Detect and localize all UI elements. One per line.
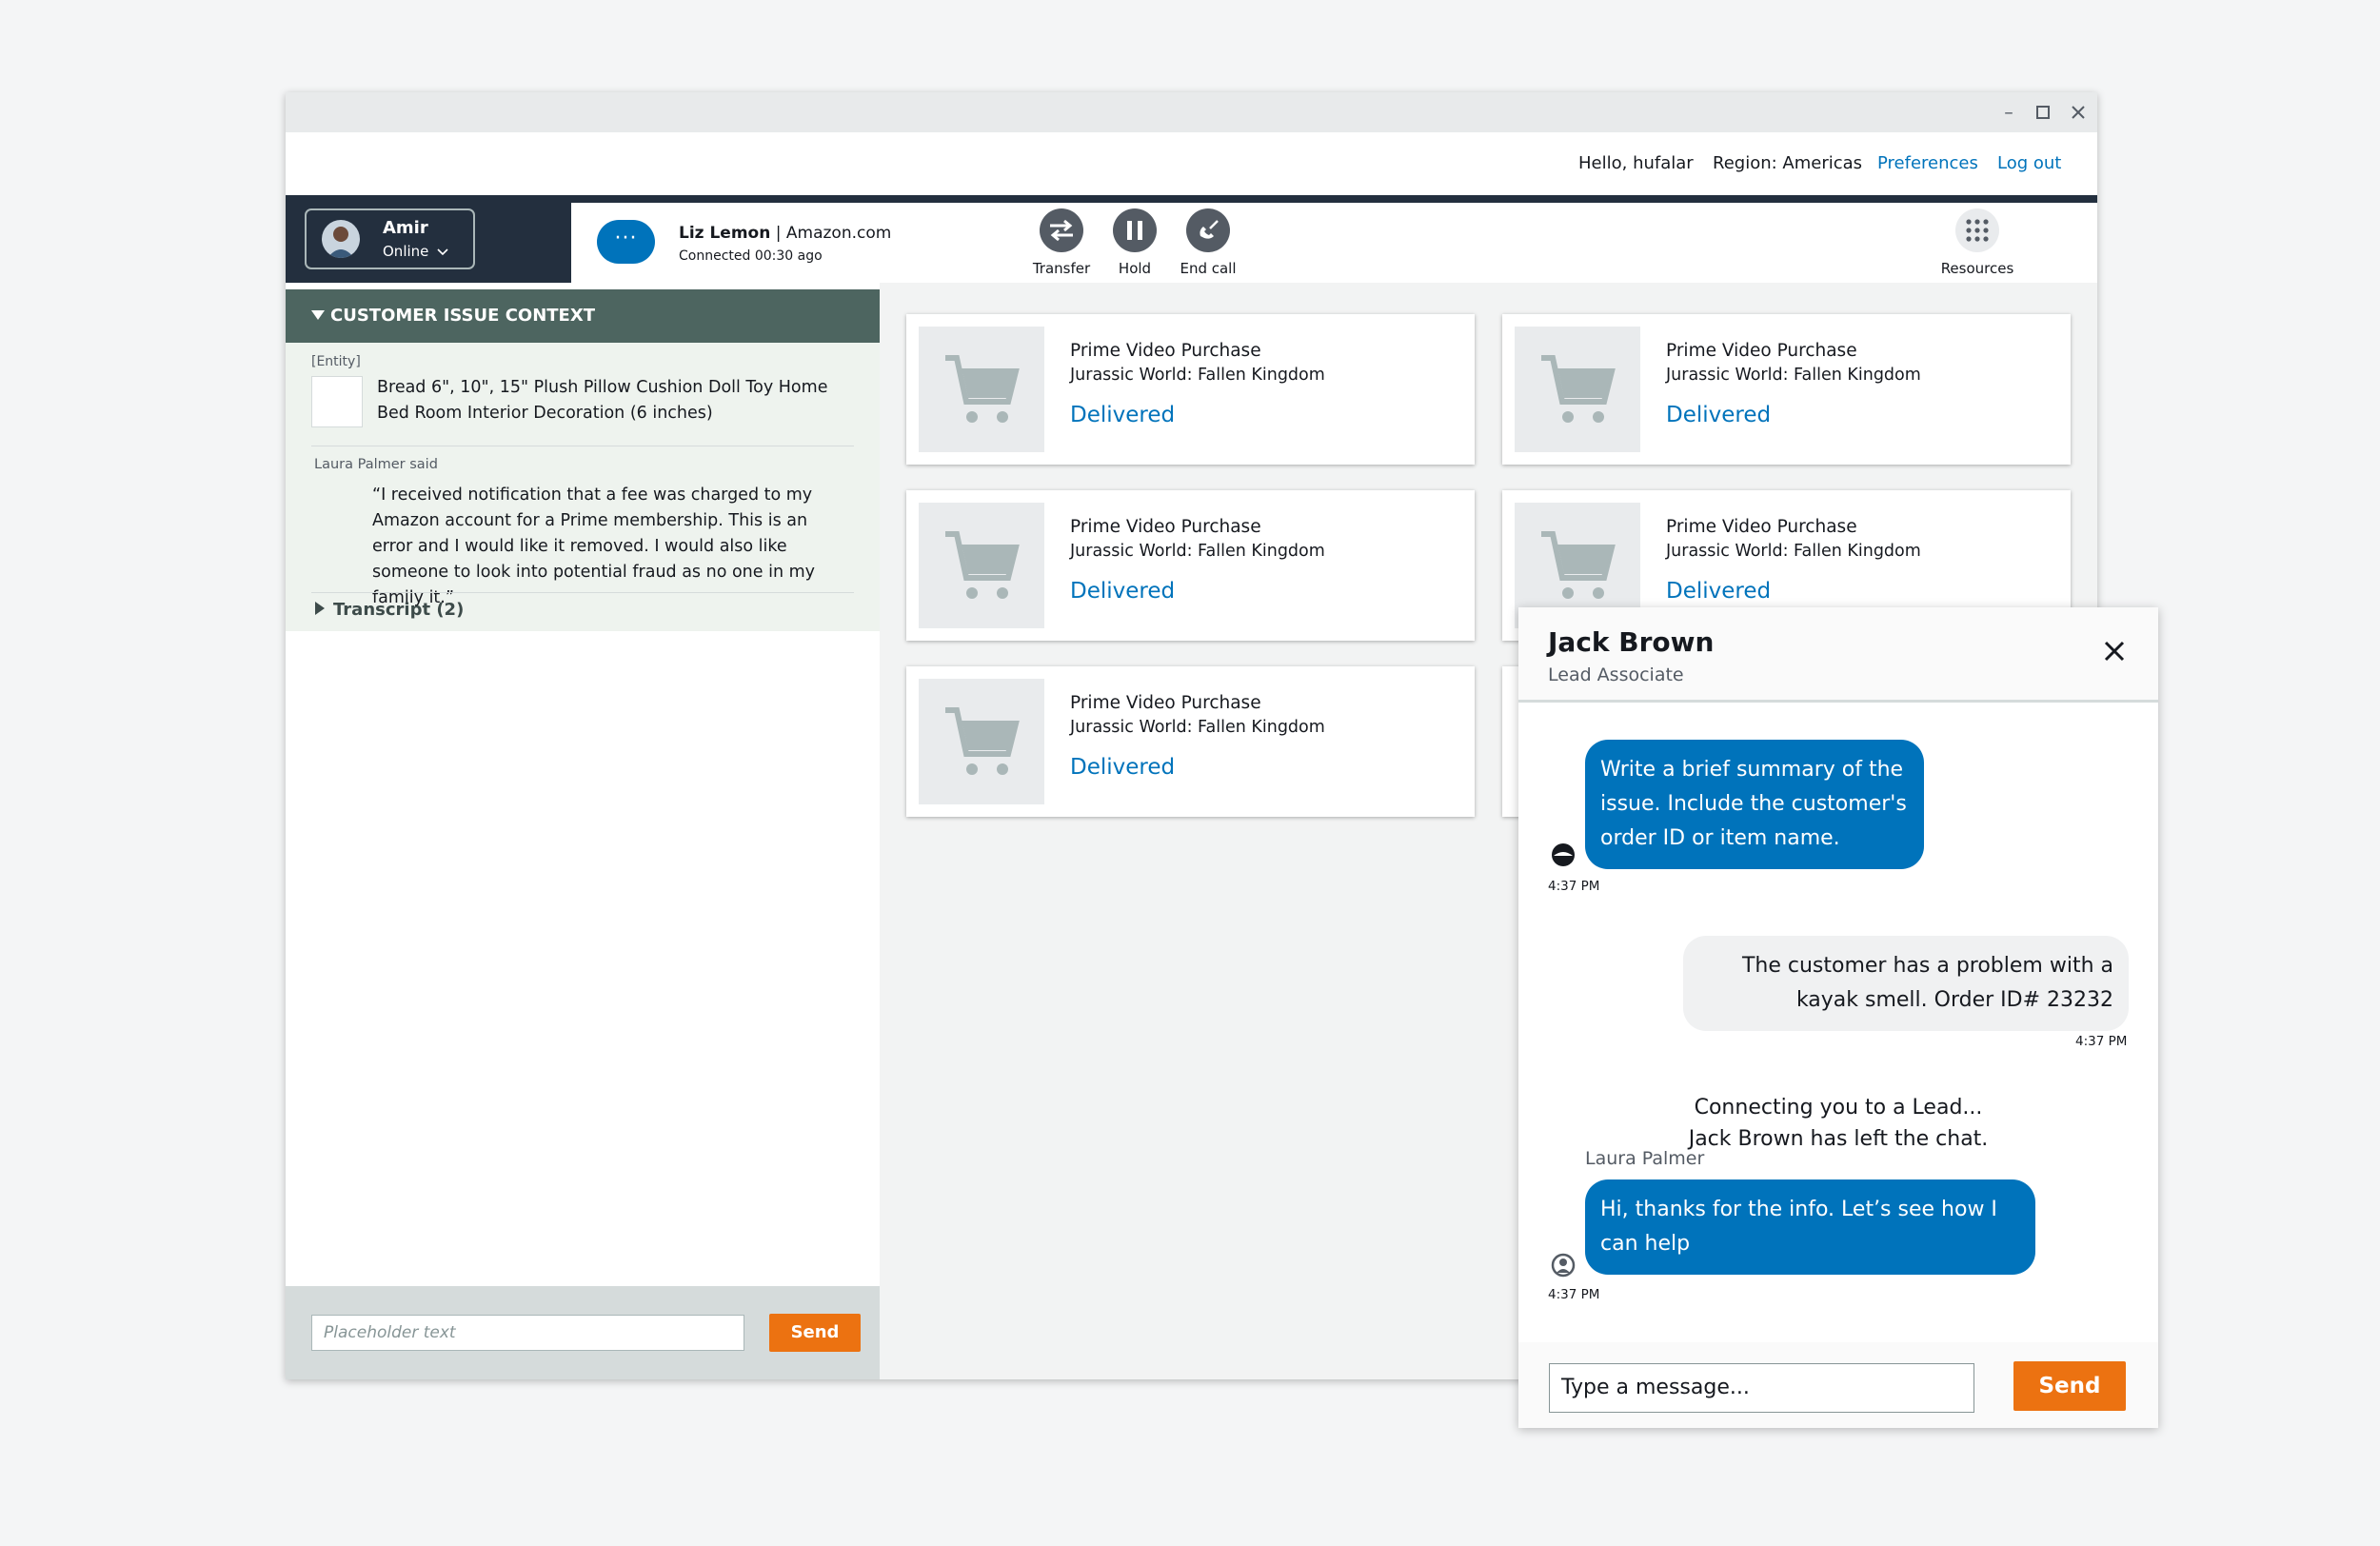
chat-role: Lead Associate <box>1548 664 1684 685</box>
context-send-button[interactable]: Send <box>769 1314 861 1352</box>
contact-name-line: Liz Lemon | Amazon.com <box>679 224 891 243</box>
chat-bubble-icon[interactable]: ··· <box>597 220 655 264</box>
order-status: Delivered <box>1070 579 1176 604</box>
grid-icon <box>1955 208 1999 252</box>
close-icon[interactable] <box>2095 634 2133 672</box>
end-call-icon <box>1186 208 1230 252</box>
order-card[interactable]: Prime Video Purchase Jurassic World: Fal… <box>906 314 1475 465</box>
message-timestamp: 4:37 PM <box>1548 1287 1600 1302</box>
order-card[interactable]: Prime Video Purchase Jurassic World: Fal… <box>1502 314 2071 465</box>
contact-source: | Amazon.com <box>775 224 892 243</box>
agent-status-label: Online <box>383 243 429 260</box>
order-status: Delivered <box>1666 579 1772 604</box>
agent-status-selector[interactable]: Amir Online <box>305 208 475 269</box>
entity-text: Bread 6", 10", 15" Plush Pillow Cushion … <box>377 378 828 423</box>
logout-link[interactable]: Log out <box>1997 153 2061 173</box>
order-status: Delivered <box>1666 403 1772 427</box>
cart-icon <box>1541 355 1616 423</box>
context-header[interactable]: CUSTOMER ISSUE CONTEXT <box>286 289 880 343</box>
top-header: Hello, hufalar Region: Americas Preferen… <box>286 132 2097 195</box>
resources-button[interactable]: Resources <box>1934 208 2020 277</box>
caret-right-icon <box>315 602 325 615</box>
order-title: Prime Video Purchase <box>1666 341 1857 361</box>
order-subtitle: Jurassic World: Fallen Kingdom <box>1070 366 1325 385</box>
contact-name: Liz Lemon <box>679 224 771 243</box>
chat-footer: Type a message... Send <box>1518 1342 2158 1428</box>
avatar <box>322 220 360 258</box>
agent-name: Amir <box>383 218 428 238</box>
end-call-button[interactable]: End call <box>1165 208 1251 277</box>
chat-title: Jack Brown <box>1548 626 1715 658</box>
transfer-icon <box>1040 208 1083 252</box>
order-card[interactable]: Prime Video Purchase Jurassic World: Fal… <box>906 666 1475 817</box>
message-timestamp: 4:37 PM <box>1548 879 1600 894</box>
chat-message-input[interactable]: Type a message... <box>1549 1363 1974 1413</box>
close-icon[interactable] <box>2066 100 2091 125</box>
said-label: Laura Palmer said <box>314 457 438 472</box>
context-body: [Entity] Bread 6", 10", 15" Plush Pillow… <box>286 343 880 631</box>
lead-chat-panel: Jack Brown Lead Associate Write a brief … <box>1518 607 2158 1428</box>
order-status: Delivered <box>1070 403 1176 427</box>
caret-down-icon <box>311 310 325 320</box>
resources-label: Resources <box>1940 260 2014 277</box>
order-thumbnail <box>919 503 1044 628</box>
region-text: Region: Americas <box>1713 153 1863 173</box>
title-bar: – <box>286 92 2097 132</box>
transcript-toggle[interactable]: Transcript (2) <box>314 600 464 620</box>
context-title: CUSTOMER ISSUE CONTEXT <box>330 306 596 326</box>
chat-message-received: Write a brief summary of the issue. Incl… <box>1585 740 1924 869</box>
transcript-label: Transcript (2) <box>333 600 465 620</box>
pause-icon <box>1113 208 1157 252</box>
cart-icon <box>945 531 1020 599</box>
entity-thumbnail <box>311 376 363 427</box>
message-timestamp: 4:37 PM <box>2075 1034 2128 1049</box>
order-thumbnail <box>1515 327 1640 452</box>
divider <box>311 592 854 593</box>
end-call-label: End call <box>1180 260 1237 277</box>
preferences-link[interactable]: Preferences <box>1877 153 1978 173</box>
order-thumbnail <box>919 679 1044 804</box>
greeting-text: Hello, hufalar <box>1578 153 1694 173</box>
order-subtitle: Jurassic World: Fallen Kingdom <box>1070 718 1325 737</box>
lead-avatar-icon <box>1551 842 1576 867</box>
chat-message-received: Hi, thanks for the info. Let’s see how I… <box>1585 1179 2035 1275</box>
order-card[interactable]: Prime Video Purchase Jurassic World: Fal… <box>906 490 1475 641</box>
order-status: Delivered <box>1070 755 1176 780</box>
contact-control-bar: Amir Online ··· Liz Lemon | Amazon.com C… <box>286 195 2097 283</box>
sender-label: Laura Palmer <box>1585 1148 1705 1169</box>
order-title: Prime Video Purchase <box>1666 517 1857 537</box>
order-thumbnail <box>919 327 1044 452</box>
maximize-icon[interactable] <box>2031 100 2055 125</box>
cart-icon <box>945 707 1020 775</box>
order-subtitle: Jurassic World: Fallen Kingdom <box>1070 542 1325 561</box>
chevron-down-icon <box>437 248 448 256</box>
connected-time: Connected 00:30 ago <box>679 248 823 264</box>
order-subtitle: Jurassic World: Fallen Kingdom <box>1666 366 1921 385</box>
order-title: Prime Video Purchase <box>1070 693 1261 713</box>
cart-icon <box>945 355 1020 423</box>
context-message-input[interactable]: Placeholder text <box>311 1315 744 1351</box>
entity-tag: [Entity] <box>311 354 361 369</box>
context-footer: Placeholder text Send <box>286 1286 880 1379</box>
cart-icon <box>1541 531 1616 599</box>
order-subtitle: Jurassic World: Fallen Kingdom <box>1666 542 1921 561</box>
order-title: Prime Video Purchase <box>1070 341 1261 361</box>
chat-send-button[interactable]: Send <box>2013 1361 2126 1411</box>
chat-message-sent: The customer has a problem with a kayak … <box>1683 936 2129 1031</box>
customer-issue-context-panel: CUSTOMER ISSUE CONTEXT [Entity] Bread 6"… <box>286 283 880 1379</box>
customer-avatar-icon <box>1551 1253 1576 1278</box>
minimize-icon[interactable]: – <box>1996 100 2021 125</box>
chat-header: Jack Brown Lead Associate <box>1518 607 2158 703</box>
order-title: Prime Video Purchase <box>1070 517 1261 537</box>
active-contact-panel: ··· Liz Lemon | Amazon.com Connected 00:… <box>571 203 2097 283</box>
agent-status: Online <box>383 243 448 260</box>
system-message: Connecting you to a Lead... <box>1694 1096 1983 1120</box>
